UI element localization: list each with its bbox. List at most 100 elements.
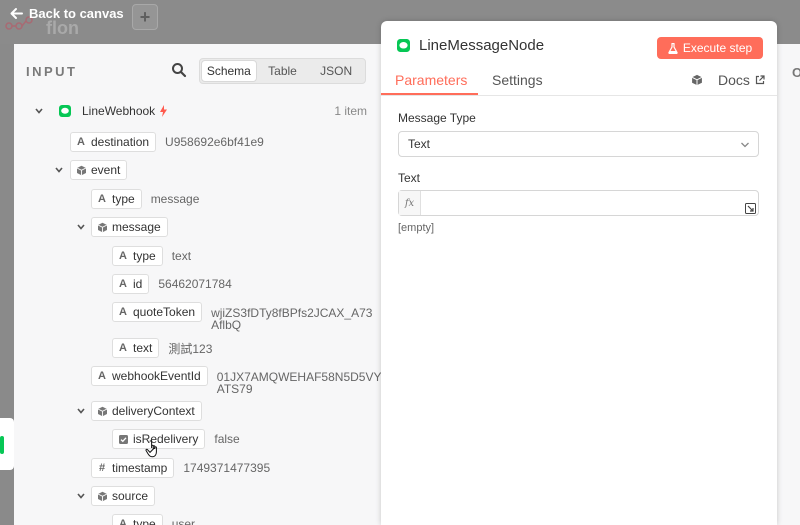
- field-pill[interactable]: source: [91, 486, 156, 506]
- field-key: type: [133, 249, 156, 263]
- tree-row-event[interactable]: event: [54, 160, 128, 180]
- execute-step-button[interactable]: Execute step: [657, 37, 763, 59]
- field-pill[interactable]: A type: [112, 246, 163, 266]
- field-key: timestamp: [112, 461, 168, 475]
- string-type-icon: A: [98, 193, 106, 205]
- tree-row-timestamp[interactable]: # timestamp 1749371477395: [91, 458, 270, 478]
- tree-row-source-type[interactable]: A type user: [112, 514, 195, 525]
- search-icon[interactable]: [171, 62, 187, 78]
- line-app-icon: [397, 39, 410, 52]
- node-title-row: LineMessageNode: [397, 37, 544, 54]
- chevron-down-icon[interactable]: [76, 406, 86, 416]
- object-cube-icon: [71, 161, 91, 179]
- root-node-pill: LineWebhook: [54, 101, 174, 121]
- external-link-icon: [755, 75, 765, 85]
- boolean-checkbox-icon: [113, 430, 133, 448]
- input-title: INPUT: [26, 64, 78, 79]
- field-value: message: [150, 192, 200, 206]
- node-tabs: Parameters Settings Docs: [381, 67, 777, 96]
- field-pill[interactable]: A type: [112, 514, 163, 525]
- expand-editor-icon[interactable]: [745, 203, 756, 214]
- tree-row-isredelivery[interactable]: isRedelivery false: [112, 429, 240, 449]
- field-pill[interactable]: A id: [112, 274, 150, 294]
- tree-row-id[interactable]: A id 56462071784: [112, 274, 232, 294]
- tree-row-quotetoken[interactable]: A quoteToken wjiZS3fDTy8fBPfs2JCAX_A73 A…: [112, 302, 372, 331]
- side-node-handle[interactable]: [0, 418, 14, 470]
- tree-row-destination[interactable]: A destination U958692e6bf41e9: [70, 132, 264, 152]
- string-type-icon: A: [77, 136, 85, 148]
- tree-row-text[interactable]: A text 測試123: [112, 338, 212, 358]
- text-label: Text: [398, 171, 421, 185]
- execute-step-label: Execute step: [682, 41, 753, 55]
- item-count: 1 item: [334, 104, 367, 118]
- tree-row-webhookeventid[interactable]: A webhookEventId 01JX7AMQWEHAF58N5D5VY A…: [91, 366, 381, 395]
- output-panel-letter: O: [792, 65, 800, 80]
- field-pill[interactable]: A quoteToken: [112, 302, 203, 322]
- view-schema-button[interactable]: Schema: [202, 61, 256, 81]
- tree-row-deliverycontext[interactable]: deliveryContext: [76, 401, 202, 421]
- tab-settings[interactable]: Settings: [492, 72, 543, 88]
- view-mode-toggle: Schema Table JSON: [199, 58, 366, 84]
- object-cube-icon: [92, 487, 112, 505]
- field-value: 測試123: [168, 341, 213, 356]
- line-indicator: [0, 436, 4, 454]
- tree-row-message-type[interactable]: A type text: [112, 246, 191, 266]
- field-key: message: [112, 220, 161, 234]
- field-pill[interactable]: deliveryContext: [91, 401, 202, 421]
- string-type-icon: A: [119, 518, 127, 525]
- field-pill[interactable]: # timestamp: [91, 458, 175, 478]
- node-title[interactable]: LineMessageNode: [419, 37, 544, 54]
- tree-root-row[interactable]: LineWebhook: [34, 101, 174, 121]
- view-json-button[interactable]: JSON: [309, 61, 363, 81]
- field-pill[interactable]: A destination: [70, 132, 157, 152]
- string-type-icon: A: [119, 306, 127, 318]
- field-value-line: ATS79: [216, 382, 253, 396]
- parameters-form: Message Type Text Text fx [empty]: [381, 96, 777, 525]
- tab-parameters[interactable]: Parameters: [395, 72, 467, 88]
- number-hash-icon: #: [98, 462, 106, 474]
- tree-row-message[interactable]: message: [76, 217, 168, 237]
- message-type-select[interactable]: Text: [398, 131, 759, 157]
- string-type-icon: A: [119, 250, 127, 262]
- field-key: deliveryContext: [112, 404, 195, 418]
- chevron-down-icon[interactable]: [76, 222, 86, 232]
- field-pill[interactable]: event: [70, 160, 128, 180]
- string-type-icon: A: [98, 370, 106, 382]
- docs-link[interactable]: Docs: [718, 72, 765, 88]
- object-cube-icon: [92, 218, 112, 236]
- field-key: destination: [91, 135, 150, 149]
- field-pill[interactable]: A webhookEventId: [91, 366, 208, 386]
- field-key: webhookEventId: [112, 369, 201, 383]
- field-key: event: [91, 163, 121, 177]
- field-key: text: [133, 341, 153, 355]
- field-key: source: [112, 489, 149, 503]
- node-cube-icon: [691, 74, 703, 86]
- expression-fx-icon[interactable]: fx: [399, 191, 421, 215]
- field-pill[interactable]: A type: [91, 189, 142, 209]
- field-pill[interactable]: message: [91, 217, 168, 237]
- hand-cursor-icon: [145, 440, 157, 458]
- field-pill[interactable]: A text: [112, 338, 160, 358]
- chevron-down-icon[interactable]: [76, 491, 86, 501]
- string-type-icon: A: [119, 278, 127, 290]
- string-type-icon: A: [119, 342, 127, 354]
- node-settings-panel: LineMessageNode Execute step Parameters …: [381, 21, 777, 525]
- trigger-bolt-icon: [160, 105, 168, 117]
- message-type-label: Message Type: [398, 111, 476, 125]
- field-value: false: [214, 432, 240, 446]
- chevron-down-icon[interactable]: [34, 106, 44, 116]
- add-node-button[interactable]: +: [132, 4, 158, 30]
- field-value: user: [171, 517, 196, 525]
- message-type-value: Text: [408, 137, 431, 151]
- view-table-button[interactable]: Table: [256, 61, 310, 81]
- tree-row-source[interactable]: source: [76, 486, 156, 506]
- field-value: wjiZS3fDTy8fBPfs2JCAX_A73 AflbQ: [211, 307, 372, 331]
- chevron-down-icon[interactable]: [54, 165, 64, 175]
- back-to-canvas-label: Back to canvas: [29, 5, 124, 21]
- tree-row-type[interactable]: A type message: [91, 189, 199, 209]
- active-tab-indicator: [381, 93, 478, 95]
- text-field[interactable]: fx: [398, 190, 759, 216]
- field-value: 1749371477395: [183, 461, 271, 475]
- back-to-canvas-button[interactable]: Back to canvas: [10, 4, 124, 22]
- root-node-label: LineWebhook: [82, 104, 156, 118]
